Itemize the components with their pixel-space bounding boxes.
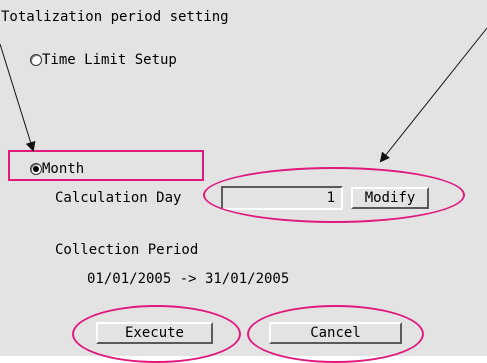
annotation-arrows	[0, 27, 487, 163]
arrow-to-month	[0, 43, 36, 152]
arrow-to-modify	[379, 27, 487, 163]
